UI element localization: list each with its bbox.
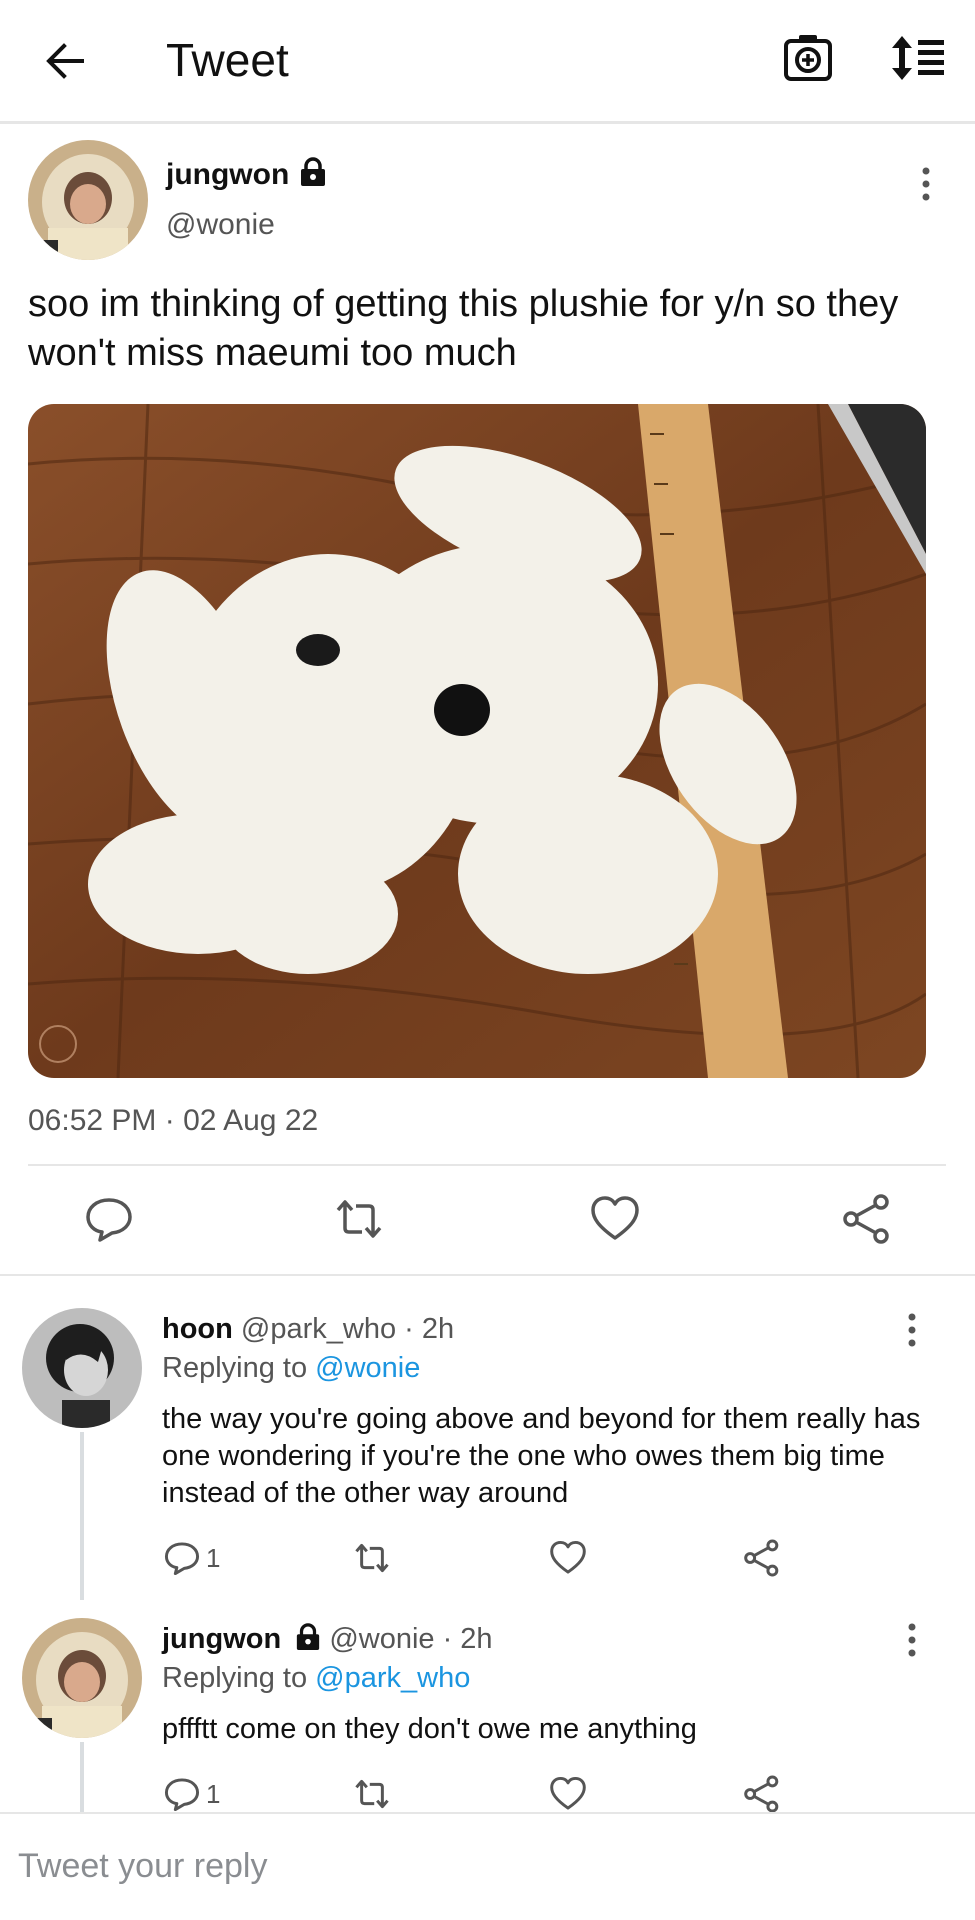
reply-reply-button[interactable]: 1 bbox=[162, 1536, 220, 1580]
more-vertical-icon bbox=[922, 167, 930, 201]
avatar-image bbox=[22, 1618, 142, 1738]
more-options-button[interactable] bbox=[916, 164, 936, 204]
reply-header: hoon @park_who · 2h bbox=[162, 1313, 454, 1346]
sort-list-icon bbox=[892, 36, 944, 80]
reply-share-button[interactable] bbox=[742, 1772, 782, 1816]
retweet-icon bbox=[336, 1200, 382, 1238]
tweet-text: soo im thinking of getting this plushie … bbox=[28, 283, 899, 374]
reply-more-button[interactable] bbox=[902, 1310, 922, 1350]
camera-plus-icon bbox=[784, 35, 832, 81]
author-name[interactable]: jungwon bbox=[166, 157, 327, 192]
like-icon bbox=[550, 1540, 586, 1574]
tweet-photo[interactable] bbox=[28, 404, 926, 1078]
retweet-button[interactable] bbox=[332, 1192, 386, 1246]
avatar-image bbox=[22, 1308, 142, 1428]
thread-line bbox=[80, 1432, 84, 1600]
author-avatar[interactable] bbox=[28, 140, 148, 260]
replying-to-label: Replying to bbox=[162, 1662, 308, 1694]
reply-retweet-button[interactable] bbox=[352, 1772, 392, 1816]
retweet-icon bbox=[355, 1779, 389, 1809]
reply-meta: @wonie · 2h bbox=[329, 1623, 493, 1655]
reply-icon bbox=[164, 1778, 200, 1812]
avatar-image bbox=[28, 140, 148, 260]
more-vertical-icon bbox=[908, 1623, 916, 1657]
reply-composer bbox=[0, 1812, 975, 1920]
reply-icon bbox=[164, 1542, 200, 1576]
like-button[interactable] bbox=[588, 1192, 642, 1246]
back-button[interactable] bbox=[40, 36, 90, 86]
replying-to: Replying to @wonie bbox=[162, 1352, 420, 1385]
reply-icon bbox=[86, 1198, 132, 1242]
replying-to-label: Replying to bbox=[162, 1352, 308, 1384]
replying-to: Replying to @park_who bbox=[162, 1662, 470, 1695]
share-icon bbox=[843, 1194, 889, 1244]
reply-button[interactable] bbox=[82, 1192, 136, 1246]
sort-button[interactable] bbox=[890, 34, 946, 82]
tweet-detail-screen: Tweet jungwon @wonie soo im thinking of … bbox=[0, 0, 975, 1920]
share-icon bbox=[744, 1775, 779, 1813]
timestamp-divider bbox=[28, 1164, 946, 1166]
share-button[interactable] bbox=[840, 1192, 894, 1246]
author-handle[interactable]: @wonie bbox=[166, 208, 275, 242]
reply-header: jungwon @wonie · 2h bbox=[162, 1623, 493, 1656]
lock-icon bbox=[301, 157, 326, 186]
main-tweet-divider bbox=[0, 1274, 975, 1276]
replying-to-link[interactable]: @wonie bbox=[315, 1352, 420, 1384]
page-title: Tweet bbox=[166, 34, 289, 86]
reply-count: 1 bbox=[206, 1778, 221, 1809]
share-icon bbox=[744, 1539, 779, 1577]
reply-meta: @park_who · 2h bbox=[240, 1313, 455, 1345]
like-icon bbox=[550, 1776, 586, 1810]
plush-dog-photo bbox=[28, 404, 926, 1078]
top-bar: Tweet bbox=[0, 0, 975, 124]
reply-like-button[interactable] bbox=[548, 1772, 588, 1816]
reply-share-button[interactable] bbox=[742, 1536, 782, 1580]
reply-count: 1 bbox=[206, 1542, 221, 1573]
reply-text: the way you're going above and beyond fo… bbox=[162, 1403, 921, 1509]
replying-to-link[interactable]: @park_who bbox=[315, 1662, 470, 1694]
reply-retweet-button[interactable] bbox=[352, 1536, 392, 1580]
tweet-timestamp: 06:52 PM · 02 Aug 22 bbox=[28, 1104, 319, 1137]
reply-author-name[interactable]: hoon bbox=[162, 1313, 233, 1345]
retweet-icon bbox=[355, 1543, 389, 1573]
reply-author-name[interactable]: jungwon bbox=[162, 1623, 281, 1655]
arrow-left-icon bbox=[46, 43, 84, 79]
reply-reply-button[interactable]: 1 bbox=[162, 1772, 220, 1816]
camera-button[interactable] bbox=[782, 30, 834, 84]
reply-avatar[interactable] bbox=[22, 1618, 142, 1738]
more-vertical-icon bbox=[908, 1313, 916, 1347]
reply-avatar[interactable] bbox=[22, 1308, 142, 1428]
reply-text: pffftt come on they don't owe me anythin… bbox=[162, 1713, 697, 1745]
like-icon bbox=[591, 1196, 639, 1240]
reply-input[interactable] bbox=[18, 1836, 938, 1896]
reply-like-button[interactable] bbox=[548, 1536, 588, 1580]
lock-icon bbox=[297, 1623, 320, 1650]
author-name-text: jungwon bbox=[166, 158, 290, 191]
reply-more-button[interactable] bbox=[902, 1620, 922, 1660]
thread-line bbox=[80, 1742, 84, 1812]
